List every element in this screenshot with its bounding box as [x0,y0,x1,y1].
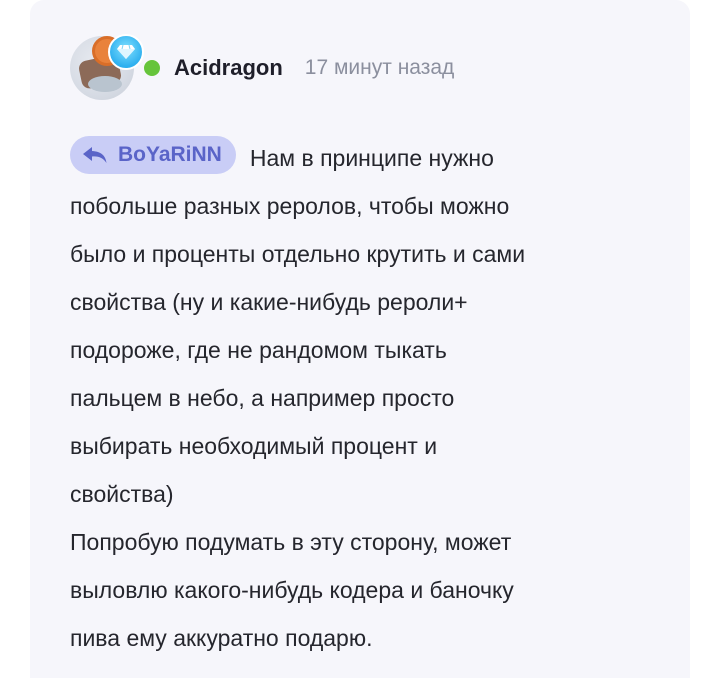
reply-to-name: BoYaRiNN [118,143,222,166]
comment-paragraph-1: Нам в принципе нужно побольше разных рер… [70,145,526,507]
comment-header: Acidragon 17 минут назад [70,34,455,100]
diamond-gem-icon [108,34,144,70]
reply-arrow-icon [83,147,107,163]
online-status-dot [142,58,162,78]
author-name[interactable]: Acidragon [174,55,283,81]
comment-card: Acidragon 17 минут назад BoYaRiNN Нам в п… [30,0,690,678]
comment-paragraph-2: Попробую подумать в эту сторону, может в… [70,529,514,651]
avatar-group[interactable] [70,34,144,100]
reply-to-chip[interactable]: BoYaRiNN [70,136,236,174]
comment-body: BoYaRiNN Нам в принципе нужно побольше ра… [70,134,670,662]
comment-timestamp[interactable]: 17 минут назад [305,56,455,80]
